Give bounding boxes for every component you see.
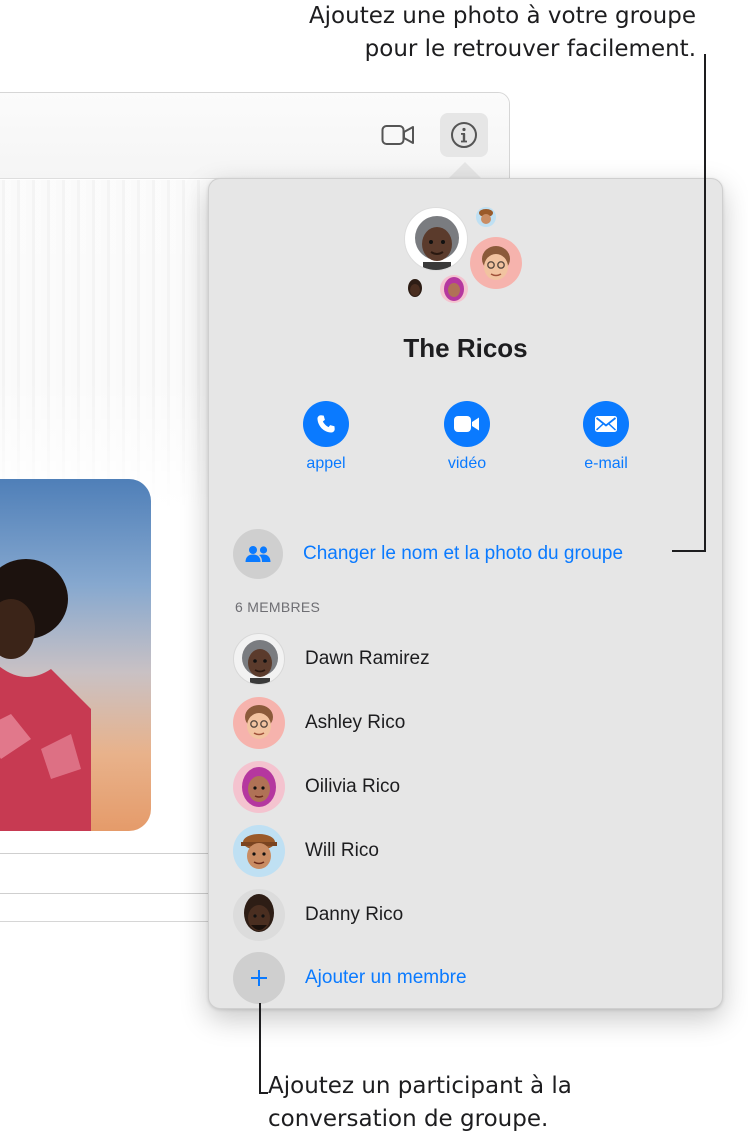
envelope-icon (595, 416, 617, 432)
email-button[interactable]: e-mail (566, 401, 646, 473)
callout-line: conversation de groupe. (268, 1106, 549, 1132)
group-avatar-danny (404, 277, 426, 299)
divider (0, 853, 221, 854)
email-label: e-mail (584, 455, 628, 472)
video-button[interactable]: vidéo (427, 401, 507, 473)
callout-line: Ajoutez un participant à la (268, 1073, 572, 1099)
plus-icon (251, 970, 267, 986)
members-header: 6 MEMBRES (235, 599, 321, 615)
change-name-photo-label: Changer le nom et la photo du groupe (303, 543, 624, 564)
callout-line: Ajoutez une photo à votre groupe (308, 3, 696, 29)
callout-leader-line (704, 54, 706, 551)
callout-leader-line (259, 1092, 268, 1094)
member-name: Danny Rico (305, 904, 404, 925)
callout-leader-line (259, 1003, 261, 1093)
member-row[interactable]: Ashley Rico (233, 697, 703, 749)
member-row[interactable]: Danny Rico (233, 889, 703, 941)
window-toolbar (0, 93, 509, 179)
info-button[interactable] (440, 113, 488, 157)
add-member-label: Ajouter un membre (305, 967, 467, 988)
popover-arrow (448, 162, 482, 179)
avatar (233, 697, 285, 749)
video-camera-icon (381, 125, 414, 145)
shared-photo[interactable] (0, 479, 151, 831)
video-camera-icon (454, 416, 479, 432)
callout-add-participant: Ajoutez un participant à la conversation… (268, 1070, 572, 1136)
avatar (233, 825, 285, 877)
group-avatar-oilivia (440, 275, 468, 303)
video-label: vidéo (447, 455, 487, 472)
change-name-photo-button[interactable]: Changer le nom et la photo du groupe (233, 529, 623, 579)
group-name: The Ricos (403, 333, 528, 363)
phone-icon (317, 415, 335, 433)
call-label: appel (306, 455, 346, 472)
member-name: Oilivia Rico (305, 776, 401, 797)
group-avatar-dawn (404, 207, 468, 271)
person-silhouette (0, 559, 91, 831)
avatar (233, 633, 285, 685)
group-details-popover: The Ricos appel vidéo e-mail Changer le … (208, 178, 723, 1009)
avatar (233, 889, 285, 941)
callout-group-photo: Ajoutez une photo à votre groupe pour le… (309, 0, 696, 66)
group-photo[interactable] (404, 207, 534, 303)
callout-line: pour le retrouver facilement. (364, 36, 696, 62)
call-button[interactable]: appel (286, 401, 366, 473)
avatar (233, 761, 285, 813)
divider (0, 893, 221, 894)
member-name: Dawn Ramirez (305, 648, 430, 669)
group-people-icon (245, 546, 271, 562)
member-name: Ashley Rico (305, 712, 406, 733)
member-row[interactable]: Oilivia Rico (233, 761, 703, 813)
member-row[interactable]: Will Rico (233, 825, 703, 877)
member-name: Will Rico (305, 840, 379, 861)
add-member-button[interactable]: Ajouter un membre (233, 952, 467, 1004)
group-avatar-ashley (470, 237, 522, 289)
group-avatar-will (476, 207, 496, 227)
member-row[interactable]: Dawn Ramirez (233, 633, 703, 685)
facetime-button[interactable] (374, 113, 422, 157)
callout-leader-line (672, 550, 706, 552)
info-icon (451, 122, 477, 148)
